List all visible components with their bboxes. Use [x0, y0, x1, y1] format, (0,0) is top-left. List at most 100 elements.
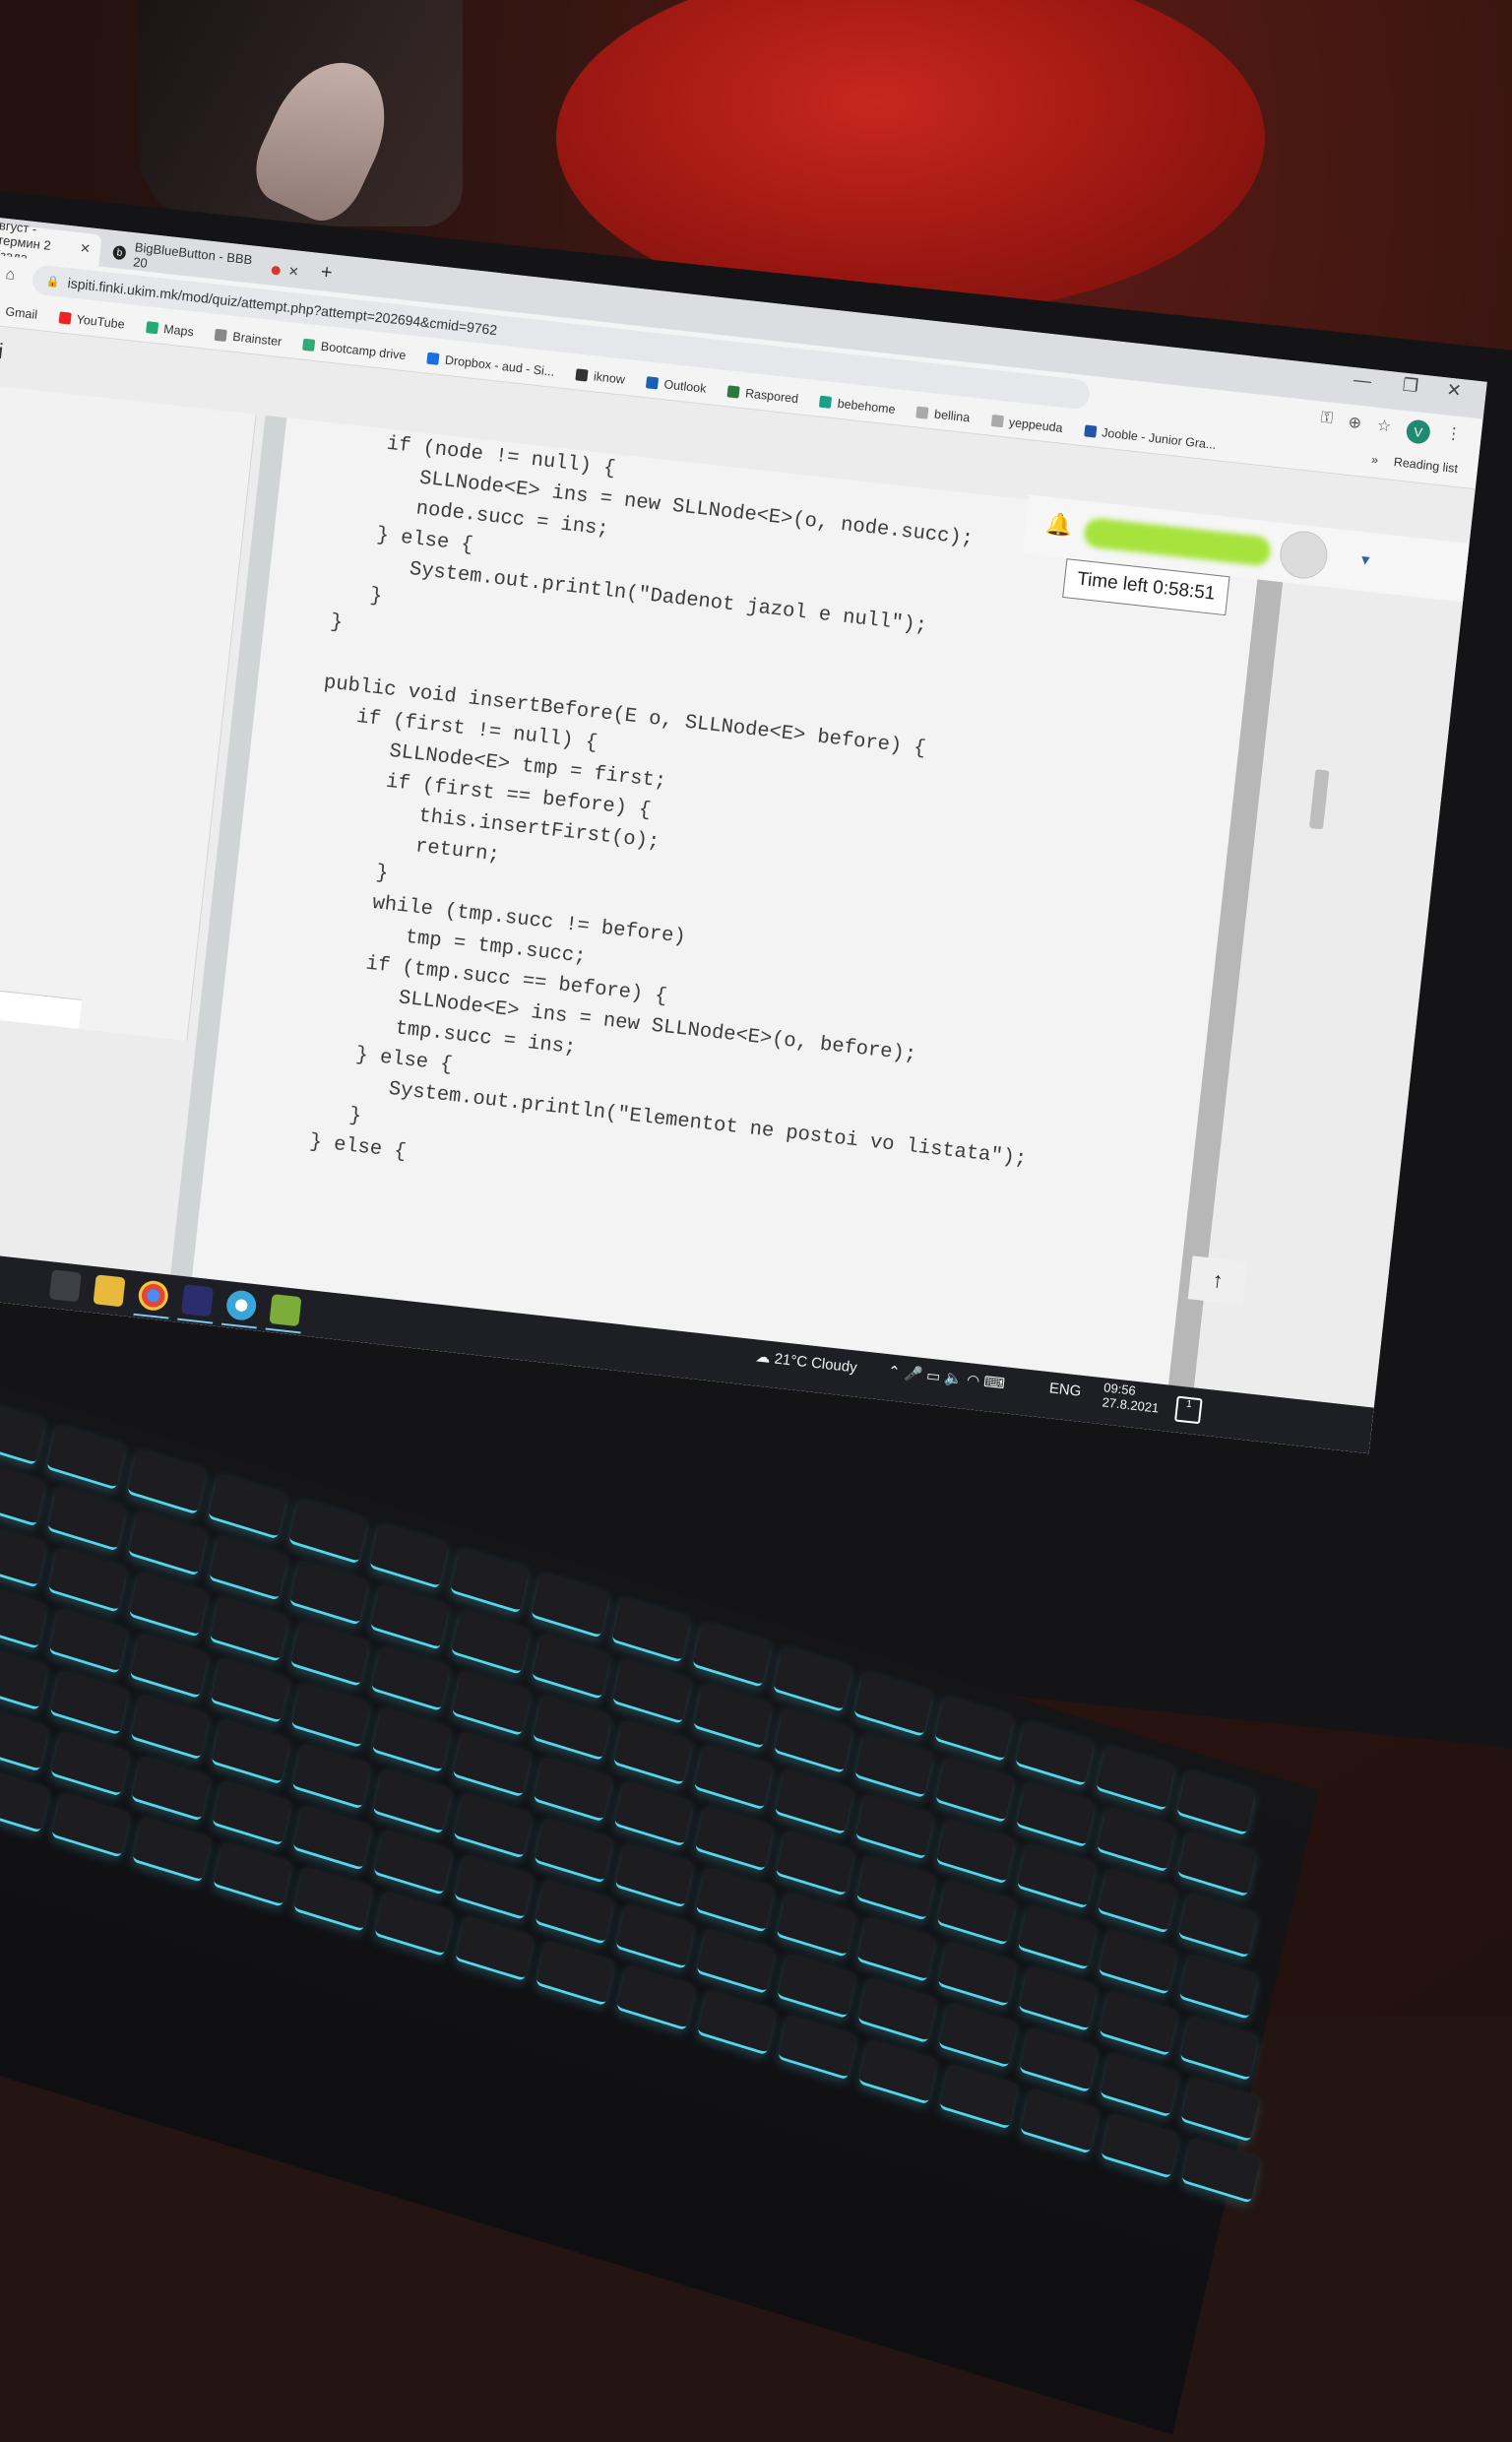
bookmark-label: Outlook [663, 377, 707, 396]
zoom-icon[interactable]: ⊕ [1347, 413, 1362, 437]
keyboard-key [210, 1596, 288, 1662]
laptop-screen: вгуст - термин 2 (зада... ✕ b BigBlueBut… [0, 217, 1487, 1453]
back-to-top-button[interactable]: ↑ [1188, 1255, 1247, 1305]
keyboard-key [935, 1757, 1014, 1823]
keyboard-key [938, 1941, 1017, 2007]
bookmark-item[interactable]: Outlook [646, 375, 707, 396]
key-icon[interactable]: ⚿ [1319, 410, 1334, 434]
keyboard-key [212, 1718, 290, 1784]
keyboard-key [50, 1730, 129, 1796]
bookmark-item[interactable]: Raspored [727, 384, 799, 406]
bookmark-label: bellina [934, 407, 971, 424]
close-window-icon[interactable]: ✕ [1445, 379, 1462, 402]
chrome-profile-icon[interactable] [225, 1289, 258, 1321]
keyboard-key [616, 1964, 695, 2030]
restore-icon[interactable]: ❐ [1402, 375, 1419, 398]
search-input[interactable]: arch [0, 980, 82, 1029]
keyboard-key [373, 1830, 452, 1896]
bookmark-item[interactable]: Maps [146, 320, 195, 339]
bookmark-item[interactable]: yeppeuda [990, 413, 1063, 434]
bookmark-item[interactable]: Bootcamp drive [302, 337, 407, 361]
intellij-icon[interactable] [181, 1284, 214, 1317]
keyboard-key [455, 1915, 534, 1981]
new-tab-button[interactable]: + [320, 261, 334, 285]
keyboard-key [696, 1867, 775, 1933]
close-icon[interactable]: ✕ [287, 264, 300, 281]
keyboard-key [129, 1572, 208, 1638]
bookmark-icon [58, 311, 71, 324]
profile-avatar[interactable]: V [1406, 418, 1431, 444]
keyboard-key [536, 1940, 614, 2006]
keyboard-key [1101, 2112, 1179, 2178]
keyboard-key [612, 1658, 691, 1724]
bookmark-item[interactable]: Dropbox - aud - Si... [426, 351, 555, 378]
site-title[interactable]: piti [0, 336, 5, 364]
keyboard-key [369, 1522, 448, 1588]
keyboard-key [934, 1696, 1013, 1762]
chevron-down-icon[interactable]: ▼ [1357, 551, 1373, 568]
date-text: 27.8.2021 [1102, 1394, 1160, 1415]
keyboard-key [939, 2063, 1018, 2129]
keyboard-key [48, 1547, 127, 1613]
keyboard-key [1180, 2076, 1259, 2142]
keyboard-key [615, 1903, 694, 1969]
lock-icon[interactable]: 🔒 [46, 274, 61, 288]
keyboard-key [371, 1645, 450, 1711]
keyboard-key [1098, 1867, 1176, 1933]
bookmark-item[interactable]: YouTube [58, 310, 125, 331]
keyboard-key [370, 1584, 449, 1650]
notifications-icon[interactable]: 1 [1174, 1396, 1203, 1425]
keyboard-key [692, 1622, 771, 1688]
bookmark-item[interactable]: Jooble - Junior Gra... [1084, 423, 1217, 452]
home-icon[interactable]: ⌂ [5, 266, 17, 285]
keyboard-key [534, 1756, 612, 1822]
keyboard-key [292, 1743, 371, 1809]
keyboard-key [778, 2014, 856, 2080]
keyboard-key [132, 1817, 211, 1883]
keyboard-key [130, 1633, 209, 1699]
keyboard-key [453, 1731, 532, 1797]
keyboard-key [289, 1559, 368, 1625]
bookmark-label: Raspored [744, 386, 798, 406]
page-scroll-thumb[interactable] [1309, 769, 1329, 829]
reading-list-button[interactable]: Reading list [1393, 455, 1458, 476]
user-avatar[interactable] [1278, 529, 1330, 581]
keyboard-key [532, 1634, 610, 1700]
star-icon[interactable]: ☆ [1375, 416, 1392, 440]
task-view-icon[interactable] [49, 1269, 82, 1302]
keyboard-key [213, 1841, 291, 1907]
bell-icon[interactable]: 🔔 [1044, 511, 1074, 540]
keyboard-key [293, 1866, 372, 1932]
keyboard-key [853, 1671, 932, 1737]
bookmark-item[interactable]: bebehome [819, 394, 896, 416]
keyboard-key [1020, 2088, 1099, 2153]
keyboard-key [694, 1744, 773, 1810]
keyboard-key [855, 1793, 934, 1859]
keyboard-key [858, 2038, 937, 2104]
minimize-icon[interactable]: — [1353, 369, 1372, 392]
keyboard-key [0, 1399, 45, 1465]
language-indicator[interactable]: ENG [1048, 1380, 1082, 1399]
close-icon[interactable]: ✕ [79, 240, 92, 257]
keyboard-key [776, 1830, 854, 1896]
keyboard-key [1019, 2026, 1098, 2092]
bookmark-item[interactable]: iknow [575, 367, 625, 386]
bookmark-icon [576, 368, 589, 381]
file-explorer-icon[interactable] [93, 1274, 125, 1307]
chrome-icon[interactable] [137, 1279, 169, 1312]
app-icon[interactable] [269, 1294, 301, 1326]
bookmark-label: Gmail [5, 304, 38, 321]
bookmark-label: YouTube [76, 312, 125, 331]
keyboard-key [1100, 1990, 1178, 2056]
bookmark-item[interactable]: Gmail [0, 302, 38, 321]
bookmark-icon [990, 414, 1003, 426]
keyboard-key [775, 1768, 853, 1834]
clock[interactable]: 09:56 27.8.2021 [1102, 1380, 1162, 1415]
menu-icon[interactable]: ⋮ [1444, 423, 1463, 449]
tray-icons[interactable]: ⌃ 🎤 ▭ 🔈 ◠ ⌨ [887, 1362, 1006, 1392]
bookmark-item[interactable]: bellina [916, 405, 971, 424]
weather-widget[interactable]: ☁ 21°C Cloudy [755, 1347, 858, 1376]
more-bookmarks-button[interactable]: » [1370, 453, 1378, 468]
bookmark-label: Maps [163, 322, 195, 339]
bookmark-item[interactable]: Brainster [215, 327, 283, 348]
